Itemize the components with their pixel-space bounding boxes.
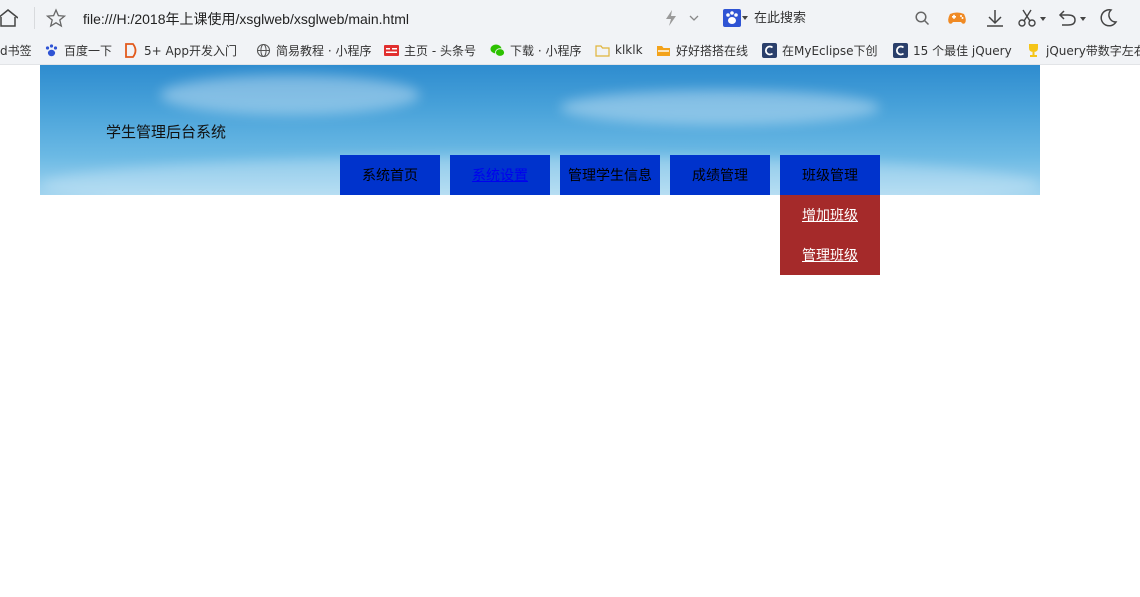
bookmark-item[interactable]: 下载 · 小程序 xyxy=(490,36,588,64)
browser-address-bar: file:///H:/2018年上课使用/xsglweb/xsglweb/mai… xyxy=(0,0,1140,36)
toutiao-icon xyxy=(384,44,399,56)
search-box xyxy=(720,4,942,32)
bookmark-item[interactable]: klklk xyxy=(595,36,651,64)
folder-icon xyxy=(657,45,670,56)
download-icon[interactable] xyxy=(984,7,1006,29)
nav-system-settings[interactable]: 系统设置 xyxy=(450,155,550,195)
bookmark-label: 简易教程 · 小程序 xyxy=(276,43,372,58)
bookmark-label: 下载 · 小程序 xyxy=(510,43,582,58)
folder-icon xyxy=(595,44,610,57)
caret-down-icon[interactable] xyxy=(742,15,748,21)
bookmark-label: d书签 xyxy=(0,43,32,58)
bookmark-item[interactable]: 5+ App开发入门 xyxy=(124,36,244,64)
game-icon[interactable] xyxy=(946,7,968,29)
dropdown-manage-class[interactable]: 管理班级 xyxy=(780,235,880,275)
bookmark-item[interactable]: 主页 - 头条号 xyxy=(384,36,484,64)
home-icon[interactable] xyxy=(0,9,18,27)
c-blog-icon xyxy=(762,42,777,58)
bookmark-label: 在MyEclipse下创 xyxy=(782,43,878,58)
bookmark-item[interactable]: 15 个最佳 jQuery xyxy=(893,36,1017,64)
search-icon[interactable] xyxy=(914,10,930,26)
bookmark-item[interactable]: 百度一下 xyxy=(44,36,118,64)
banner-cloud xyxy=(160,75,420,115)
nav-home[interactable]: 系统首页 xyxy=(340,155,440,195)
undo-icon[interactable] xyxy=(1056,7,1086,29)
bookmarks-bar: d书签 百度一下 5+ App开发入门 简易教程 · 小程序 主页 - 头条号 xyxy=(0,36,1140,65)
chevron-down-icon[interactable] xyxy=(688,12,700,24)
url-text[interactable]: file:///H:/2018年上课使用/xsglweb/xsglweb/mai… xyxy=(83,9,409,29)
site-title: 学生管理后台系统 xyxy=(106,123,227,141)
class-management-dropdown: 增加班级 管理班级 xyxy=(780,195,880,275)
bookmark-item[interactable]: 好好搭搭在线 xyxy=(656,36,756,64)
nav-class-management[interactable]: 班级管理 xyxy=(780,155,880,195)
bookmark-label: klklk xyxy=(615,43,643,57)
toolbar-separator xyxy=(34,7,35,29)
dcloud-icon xyxy=(125,42,137,58)
bookmark-item[interactable]: 简易教程 · 小程序 xyxy=(256,36,378,64)
bookmark-item[interactable]: 在MyEclipse下创 xyxy=(762,36,884,64)
bookmark-label: jQuery带数字左右 xyxy=(1046,43,1140,58)
bookmark-label: 百度一下 xyxy=(64,43,113,58)
banner-cloud xyxy=(560,90,880,125)
bookmark-label: 15 个最佳 jQuery xyxy=(913,43,1012,58)
scissors-icon[interactable] xyxy=(1016,7,1046,29)
baidu-paw-icon xyxy=(45,43,58,56)
search-input[interactable] xyxy=(754,7,904,29)
star-icon[interactable] xyxy=(46,8,66,28)
trophy-icon xyxy=(1029,43,1038,57)
baidu-paw-icon[interactable] xyxy=(723,9,741,27)
wechat-icon xyxy=(490,44,505,57)
moon-icon[interactable] xyxy=(1097,7,1119,29)
bookmark-label: 主页 - 头条号 xyxy=(404,43,476,58)
nav-grades[interactable]: 成绩管理 xyxy=(670,155,770,195)
dropdown-add-class[interactable]: 增加班级 xyxy=(780,195,880,235)
nav-manage-students[interactable]: 管理学生信息 xyxy=(560,155,660,195)
bolt-icon[interactable] xyxy=(664,9,678,27)
bookmark-item[interactable]: d书签 xyxy=(0,36,34,64)
bookmark-label: 5+ App开发入门 xyxy=(144,43,237,58)
globe-icon xyxy=(256,43,271,57)
bookmark-label: 好好搭搭在线 xyxy=(676,43,749,58)
c-blog-icon xyxy=(893,42,908,58)
bookmark-item[interactable]: jQuery带数字左右 xyxy=(1026,36,1140,64)
